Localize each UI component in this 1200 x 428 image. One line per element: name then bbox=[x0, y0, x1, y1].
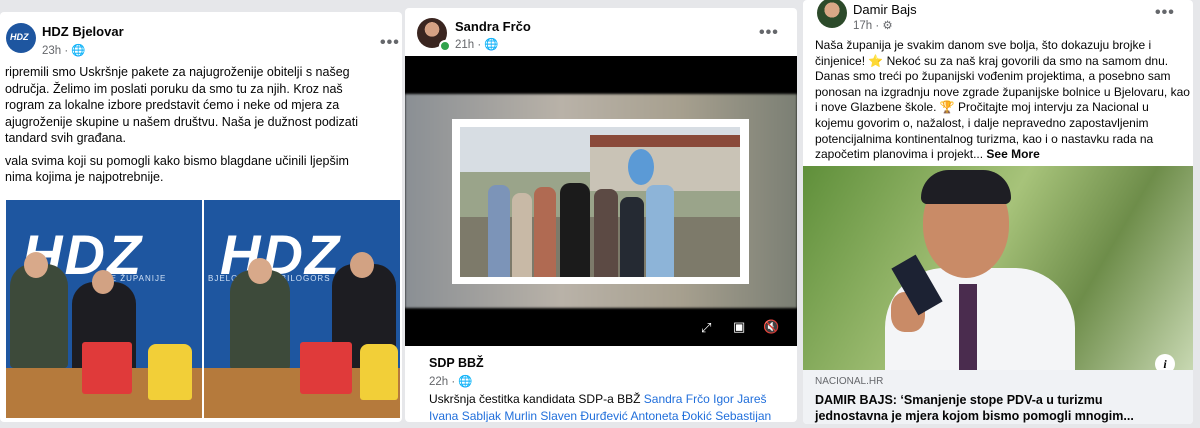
globe-icon: 🌐 bbox=[484, 39, 499, 51]
tag-link[interactable]: Sandra Frčo bbox=[644, 392, 710, 406]
shared-video[interactable]: ⤢ ▣ 🔇 bbox=[405, 56, 797, 346]
post-photo-right[interactable]: HDZ BJELOVARSKO-BILOGORS bbox=[204, 200, 400, 418]
person bbox=[646, 185, 674, 277]
hdz-avatar-logo: HDZ bbox=[10, 32, 29, 42]
post-text-line: kojemu govorim o, nažalost, i dalje nepr… bbox=[815, 115, 1149, 130]
more-options-icon[interactable]: ••• bbox=[1155, 4, 1175, 22]
building-roof bbox=[590, 135, 740, 147]
fullscreen-icon[interactable]: ⤢ bbox=[701, 320, 711, 336]
tag-link[interactable]: Slaven Đurđević bbox=[540, 409, 627, 422]
volunteer-figure bbox=[230, 270, 290, 370]
post-text-line: započetim planovima i projekt... bbox=[815, 147, 984, 162]
post-meta: 23h · 🌐 bbox=[42, 45, 86, 57]
mute-icon[interactable]: 🔇 bbox=[763, 319, 779, 335]
more-options-icon[interactable]: ••• bbox=[380, 34, 400, 52]
post-text-line: tandard svih građana. bbox=[5, 131, 126, 145]
person-hair bbox=[921, 170, 1011, 204]
post-time[interactable]: 21h bbox=[455, 39, 474, 51]
tag-link[interactable]: Sebastijan bbox=[715, 409, 771, 422]
shared-time[interactable]: 22h bbox=[429, 376, 448, 388]
person bbox=[488, 185, 510, 277]
group-photo bbox=[460, 127, 740, 277]
post-text-line: ponosan na izgradnju nove zgrade županij… bbox=[815, 84, 1190, 99]
post-text-line: Danas smo treći po županijski vođenim pr… bbox=[815, 69, 1171, 84]
link-title-line: jednostavna je mjera kojom bismo pomogli… bbox=[815, 409, 1134, 423]
post-text-line: odručja. Želimo im poslati poruku da smo… bbox=[5, 81, 343, 96]
picture-in-picture-icon[interactable]: ▣ bbox=[733, 319, 745, 335]
groceries bbox=[360, 344, 398, 400]
more-options-icon[interactable]: ••• bbox=[759, 24, 779, 42]
post-text-line: vala svima koji su pomogli kako bismo bl… bbox=[5, 153, 349, 168]
post-text: ripremili smo Uskršnje pakete za najugro… bbox=[5, 64, 358, 186]
person bbox=[620, 197, 644, 277]
tag-link[interactable]: Igor Jareš bbox=[713, 392, 766, 406]
post-text-line: ripremili smo Uskršnje pakete za najugro… bbox=[5, 65, 350, 79]
volunteer-figure bbox=[10, 264, 68, 368]
person bbox=[560, 183, 590, 277]
link-preview-image[interactable]: i bbox=[803, 166, 1193, 370]
link-title-line: DAMIR BAJS: ‘Smanjenje stope PDV-a u tur… bbox=[815, 393, 1103, 407]
post-card-sandra-frco: Sandra Frčo 21h · 🌐 ••• ⤢ ▣ 🔇 SDP BBŽ 22… bbox=[405, 8, 797, 422]
post-text-line: potencijalnima kontinentalnog turizma, k… bbox=[815, 131, 1154, 146]
person bbox=[512, 193, 532, 277]
globe-icon: 🌐 bbox=[458, 376, 473, 388]
shared-source-name[interactable]: SDP BBŽ bbox=[429, 356, 484, 370]
post-photo-grid[interactable]: HDZ ŠKE ŽUPANIJE HDZ BJELOVARSKO-BILOGOR… bbox=[6, 200, 400, 418]
post-text-line: činjenice! ⭐ Nekoć su za naš kraj govori… bbox=[815, 53, 1169, 68]
globe-icon: 🌐 bbox=[71, 45, 86, 57]
post-text-line: rogram za lokalne izbore predstavit ćemo… bbox=[5, 98, 340, 112]
volunteer-head bbox=[24, 252, 48, 278]
post-text-line: i nove Glazbene škole. 🏆 Pročitajte moj … bbox=[815, 100, 1149, 115]
post-author[interactable]: Damir Bajs bbox=[853, 2, 917, 17]
see-more-link[interactable]: See More bbox=[986, 147, 1039, 161]
post-meta: 17h · ⚙ bbox=[853, 20, 893, 32]
tag-link[interactable]: Antoneta Đokić bbox=[630, 409, 711, 422]
video-frame bbox=[452, 119, 749, 284]
link-domain: NACIONAL.HR bbox=[815, 376, 884, 387]
online-status-dot bbox=[439, 40, 451, 52]
post-text: Naša županija je svakim danom sve bolja,… bbox=[815, 38, 1190, 163]
person-tie bbox=[959, 284, 977, 370]
volunteer-head bbox=[92, 270, 114, 294]
groceries bbox=[300, 342, 352, 394]
link-title: DAMIR BAJS: ‘Smanjenje stope PDV-a u tur… bbox=[815, 392, 1134, 424]
post-card-damir-bajs: Damir Bajs 17h · ⚙ ••• Naša županija je … bbox=[803, 0, 1193, 424]
groceries bbox=[148, 344, 192, 400]
person bbox=[594, 189, 618, 277]
post-text-line: nima kojima je najpotrebnije. bbox=[5, 170, 164, 184]
tag-link[interactable]: Ivana Sabljak Murlin bbox=[429, 409, 537, 422]
link-preview-meta[interactable]: NACIONAL.HR DAMIR BAJS: ‘Smanjenje stope… bbox=[803, 370, 1193, 424]
caption-text: Uskršnja čestitka kandidata SDP-a BBŽ bbox=[429, 392, 644, 406]
groceries bbox=[82, 342, 132, 394]
gear-icon: ⚙ bbox=[882, 20, 893, 32]
post-text-line: ajugroženije skupine u našem društvu. Na… bbox=[5, 114, 358, 129]
easter-egg bbox=[628, 149, 654, 185]
info-icon[interactable]: i bbox=[1155, 354, 1175, 370]
post-author[interactable]: Sandra Frčo bbox=[455, 19, 531, 34]
hdz-avatar[interactable]: HDZ bbox=[6, 23, 36, 53]
post-meta: 21h · 🌐 bbox=[455, 39, 499, 51]
post-text-line: Naša županija je svakim danom sve bolja,… bbox=[815, 38, 1152, 52]
shared-meta: 22h · 🌐 bbox=[429, 376, 473, 388]
volunteer-head bbox=[248, 258, 272, 284]
post-time[interactable]: 23h bbox=[42, 45, 61, 57]
person bbox=[534, 187, 556, 277]
post-author[interactable]: HDZ Bjelovar bbox=[42, 24, 124, 39]
building bbox=[590, 143, 740, 191]
post-photo-left[interactable]: HDZ ŠKE ŽUPANIJE bbox=[6, 200, 202, 418]
shared-caption: Uskršnja čestitka kandidata SDP-a BBŽ Sa… bbox=[429, 391, 789, 422]
post-time[interactable]: 17h bbox=[853, 20, 872, 32]
volunteer-head bbox=[350, 252, 374, 278]
damir-avatar[interactable] bbox=[817, 0, 847, 28]
post-card-hdz-bjelovar: HDZ HDZ Bjelovar 23h · 🌐 ••• ripremili s… bbox=[0, 12, 402, 422]
